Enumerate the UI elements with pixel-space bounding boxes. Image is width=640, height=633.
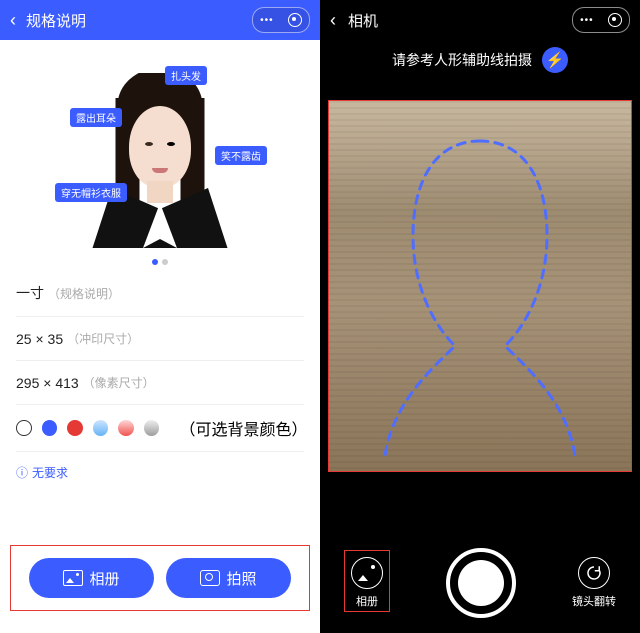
flip-camera-button[interactable]: 镜头翻转 bbox=[572, 557, 616, 609]
camera-icon bbox=[200, 570, 220, 586]
toolbar-gallery-button[interactable]: 相册 bbox=[351, 557, 383, 609]
flip-icon bbox=[578, 557, 610, 589]
gallery-button-label: 相册 bbox=[89, 568, 119, 589]
requirement-note-text: 无要求 bbox=[32, 464, 68, 481]
spec-name: 一寸 bbox=[16, 283, 44, 303]
spec-name-row: 一寸 （规格说明） bbox=[16, 270, 304, 317]
flash-button[interactable]: ⚡ bbox=[542, 47, 568, 73]
more-icon[interactable]: ••• bbox=[260, 15, 274, 26]
camera-button-label: 拍照 bbox=[226, 568, 256, 589]
bg-color-lightred[interactable] bbox=[118, 420, 134, 436]
gallery-highlight-box: 相册 bbox=[344, 550, 390, 612]
back-icon[interactable]: ‹ bbox=[10, 10, 16, 31]
camera-title: 相机 bbox=[348, 10, 378, 31]
close-miniprogram-icon[interactable] bbox=[288, 13, 302, 27]
camera-viewfinder bbox=[328, 100, 632, 472]
tip-teeth: 笑不露齿 bbox=[215, 146, 267, 165]
miniprogram-controls-r[interactable]: ••• bbox=[572, 7, 630, 33]
bg-color-white[interactable] bbox=[16, 420, 32, 436]
bg-color-red[interactable] bbox=[67, 420, 83, 436]
print-size: 25 × 35 bbox=[16, 331, 63, 347]
gallery-icon-r bbox=[351, 557, 383, 589]
more-icon-r[interactable]: ••• bbox=[580, 15, 594, 26]
example-photo-area: 扎头发 露出耳朵 笑不露齿 穿无帽衫衣服 bbox=[0, 48, 320, 248]
flip-label: 镜头翻转 bbox=[572, 593, 616, 609]
camera-hint-bar: 请参考人形辅助线拍摄 ⚡ bbox=[320, 40, 640, 80]
gallery-icon bbox=[63, 570, 83, 586]
camera-hint-text: 请参考人形辅助线拍摄 bbox=[392, 50, 532, 70]
pixel-size-hint: （像素尺寸） bbox=[83, 374, 155, 391]
miniprogram-controls[interactable]: ••• bbox=[252, 7, 310, 33]
close-miniprogram-icon-r[interactable] bbox=[608, 13, 622, 27]
action-bar: 相册 拍照 bbox=[10, 545, 310, 611]
print-size-hint: （冲印尺寸） bbox=[67, 330, 139, 347]
background-color-row: （可选背景颜色） bbox=[16, 405, 304, 452]
requirement-note[interactable]: 无要求 bbox=[16, 452, 304, 493]
camera-button[interactable]: 拍照 bbox=[166, 558, 291, 598]
tip-hair: 扎头发 bbox=[165, 66, 207, 85]
spec-name-hint: （规格说明） bbox=[48, 285, 120, 302]
spec-screen: ‹ 规格说明 ••• 扎头发 露出耳朵 笑不露齿 穿无帽衫衣服 bbox=[0, 0, 320, 633]
camera-header: ‹ 相机 ••• bbox=[320, 0, 640, 40]
spec-title: 规格说明 bbox=[26, 10, 86, 31]
carousel-pager[interactable] bbox=[0, 252, 320, 270]
camera-screen: ‹ 相机 ••• 请参考人形辅助线拍摄 ⚡ 相册 bbox=[320, 0, 640, 633]
bg-color-lightblue[interactable] bbox=[93, 420, 109, 436]
gallery-button[interactable]: 相册 bbox=[29, 558, 154, 598]
spec-header: ‹ 规格说明 ••• bbox=[0, 0, 320, 40]
pixel-size: 295 × 413 bbox=[16, 375, 79, 391]
pixel-size-row: 295 × 413 （像素尺寸） bbox=[16, 361, 304, 405]
silhouette-guide bbox=[375, 131, 585, 461]
camera-toolbar: 相册 镜头翻转 bbox=[320, 533, 640, 633]
shutter-button[interactable] bbox=[446, 548, 516, 618]
print-size-row: 25 × 35 （冲印尺寸） bbox=[16, 317, 304, 361]
camera-back-icon[interactable]: ‹ bbox=[330, 10, 336, 31]
tip-clothes: 穿无帽衫衣服 bbox=[55, 183, 127, 202]
example-person bbox=[85, 73, 235, 248]
bg-color-blue[interactable] bbox=[42, 420, 58, 436]
toolbar-gallery-label: 相册 bbox=[356, 593, 378, 609]
tip-ears: 露出耳朵 bbox=[70, 108, 122, 127]
bg-color-grey[interactable] bbox=[144, 420, 160, 436]
bg-color-hint: （可选背景颜色） bbox=[179, 416, 304, 440]
